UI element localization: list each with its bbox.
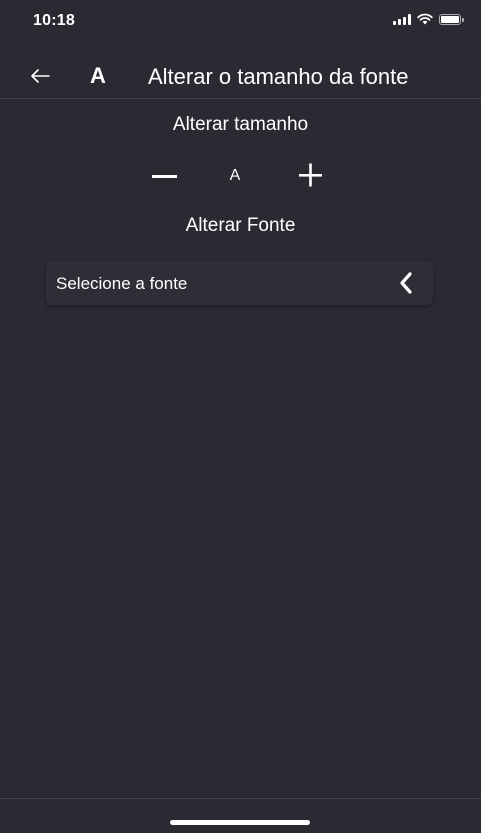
page-title: Alterar o tamanho da fonte [148,64,409,89]
cellular-signal-icon [393,13,411,25]
font-select-placeholder: Selecione a fonte [56,274,188,293]
arrow-left-icon [31,69,50,83]
decrease-size-button[interactable] [152,163,178,189]
plus-icon [299,163,322,187]
increase-size-button[interactable] [298,162,324,188]
home-indicator[interactable] [170,820,310,825]
status-time: 10:18 [33,12,75,29]
chevron-left-icon [400,272,412,294]
battery-icon [439,13,464,25]
bottom-divider [0,798,481,799]
minus-icon [152,175,177,178]
font-select-dropdown[interactable]: Selecione a fonte [46,261,433,305]
status-bar: 10:18 [0,0,481,44]
font-size-stepper: A [0,160,481,190]
wifi-icon [417,13,433,25]
change-font-label: Alterar Fonte [185,215,296,236]
status-icons [393,13,464,25]
back-button[interactable] [28,64,52,88]
change-size-label: Alterar tamanho [172,114,309,135]
header: A Alterar o tamanho da fonte [0,58,481,99]
size-preview: A [229,167,241,184]
font-icon: A [90,63,106,88]
